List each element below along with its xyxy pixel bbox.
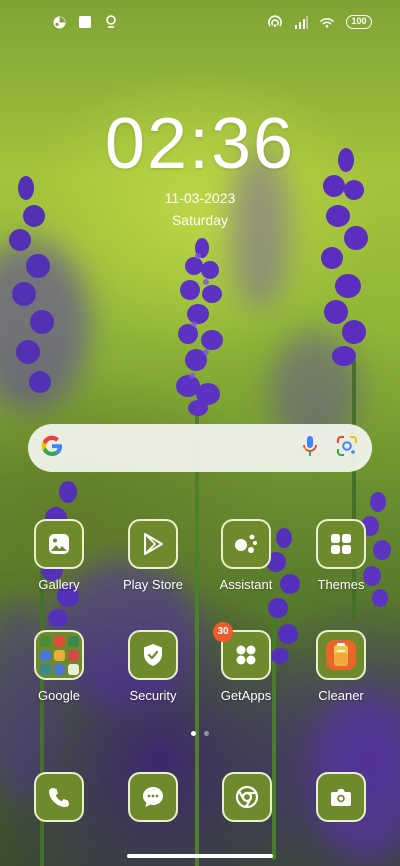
dock-camera[interactable] xyxy=(316,772,366,822)
app-label: Security xyxy=(129,688,177,703)
wifi-icon xyxy=(320,15,334,29)
assistant-icon xyxy=(221,519,271,569)
app-label: Assistant xyxy=(219,577,273,592)
chrome-icon xyxy=(222,772,272,822)
clock-date: 11-03-2023 xyxy=(164,190,236,206)
getapps-icon: 30 xyxy=(213,622,271,680)
notification-square-icon xyxy=(78,15,92,29)
microphone-icon[interactable] xyxy=(302,435,318,462)
status-bar: 100 xyxy=(0,12,400,32)
folder-icon xyxy=(34,630,84,680)
app-security[interactable]: Security xyxy=(108,630,198,703)
page-dot-active xyxy=(191,731,196,736)
app-label: Cleaner xyxy=(318,688,364,703)
folder-google[interactable]: Google xyxy=(14,630,104,703)
location-pin-icon xyxy=(104,15,118,29)
app-label: Themes xyxy=(317,577,365,592)
app-label: Gallery xyxy=(38,577,80,592)
app-label: Play Store xyxy=(123,577,183,592)
app-getapps[interactable]: 30 GetApps xyxy=(201,622,291,703)
app-assistant[interactable]: Assistant xyxy=(201,519,291,592)
page-dot xyxy=(204,731,209,736)
lens-icon[interactable] xyxy=(336,435,358,462)
hotspot-icon xyxy=(268,15,282,29)
battery-indicator: 100 xyxy=(346,15,372,29)
app-play-store[interactable]: Play Store xyxy=(108,519,198,592)
google-logo-icon xyxy=(40,434,64,463)
clock-day: Saturday xyxy=(171,212,229,228)
home-gesture-bar[interactable] xyxy=(127,854,273,858)
themes-icon xyxy=(316,519,366,569)
gallery-icon xyxy=(34,519,84,569)
clock-widget[interactable]: 02:36 11-03-2023 Saturday xyxy=(0,108,400,228)
cleaner-icon xyxy=(316,630,366,680)
notification-badge: 30 xyxy=(213,622,233,642)
clock-time: 02:36 xyxy=(104,104,296,184)
app-label: GetApps xyxy=(220,688,272,703)
google-search-bar[interactable] xyxy=(28,424,372,472)
app-label: Google xyxy=(38,688,80,703)
notification-app-icon xyxy=(52,15,66,29)
page-indicator[interactable] xyxy=(191,731,209,736)
camera-icon xyxy=(316,772,366,822)
messages-icon xyxy=(128,772,178,822)
app-gallery[interactable]: Gallery xyxy=(14,519,104,592)
dock-messages[interactable] xyxy=(128,772,178,822)
shield-icon xyxy=(128,630,178,680)
app-cleaner[interactable]: Cleaner xyxy=(296,630,386,703)
app-themes[interactable]: Themes xyxy=(296,519,386,592)
dock-chrome[interactable] xyxy=(222,772,272,822)
dock-phone[interactable] xyxy=(34,772,84,822)
play-store-icon xyxy=(128,519,178,569)
phone-icon xyxy=(34,772,84,822)
signal-icon xyxy=(294,15,308,29)
